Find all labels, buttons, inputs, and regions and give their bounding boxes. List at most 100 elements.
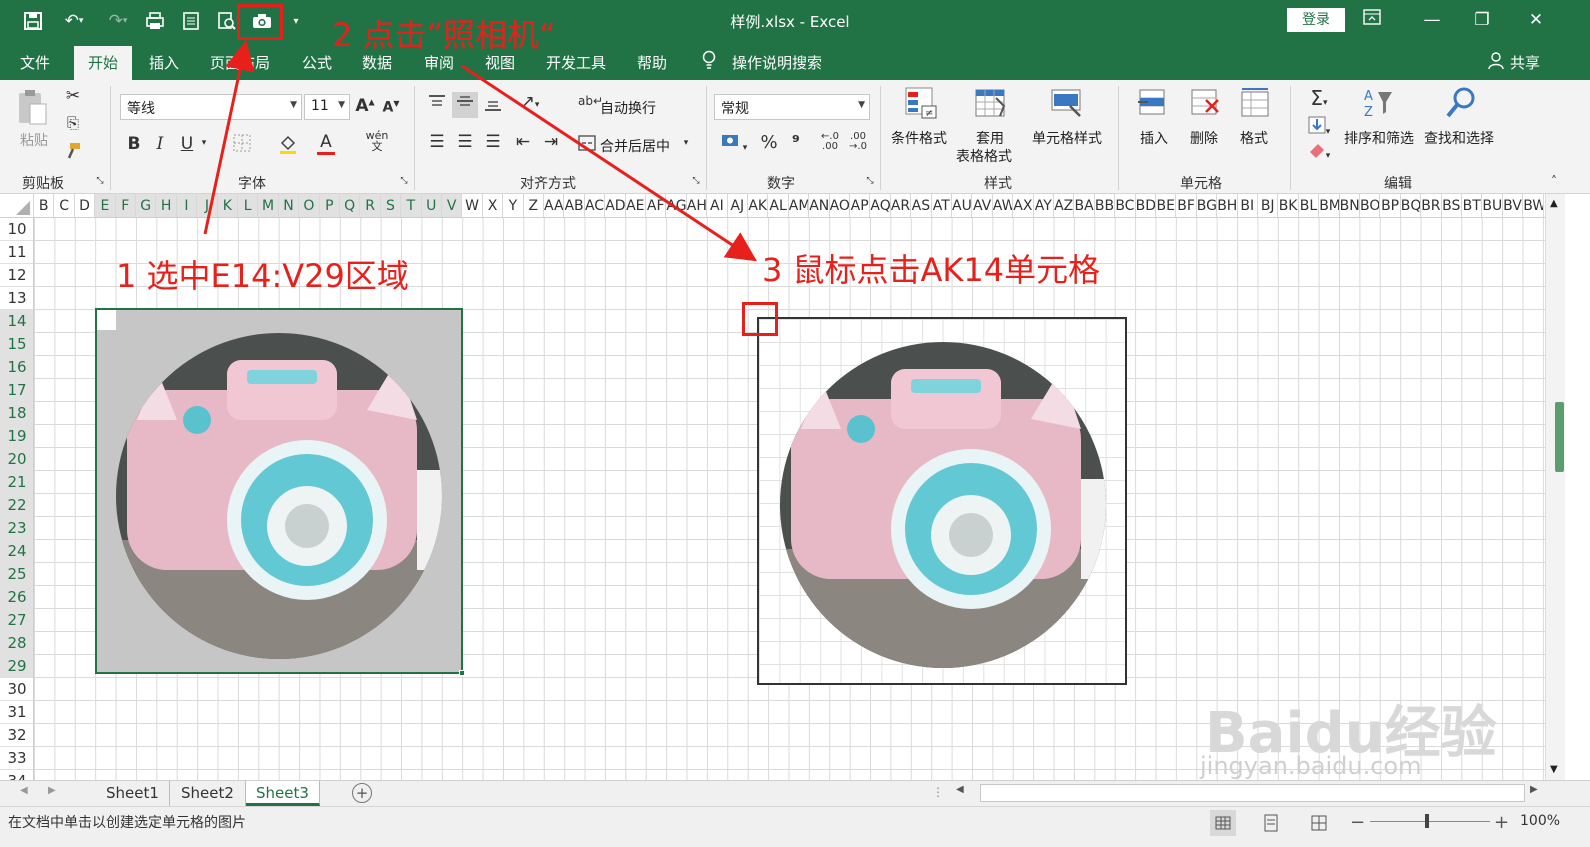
format-as-table-button[interactable]: 表格格式 [956,146,1012,166]
delete-cells-button[interactable]: 删除 [1190,128,1218,148]
column-header-bt[interactable]: BT [1462,194,1483,217]
column-header-bw[interactable]: BW [1523,194,1544,217]
tab-home[interactable]: 开始 [74,46,133,80]
column-header-bu[interactable]: BU [1482,194,1503,217]
find-select-button[interactable]: 查找和选择 [1424,128,1494,148]
align-bottom-icon[interactable] [480,94,506,117]
column-header-ac[interactable]: AC [585,194,606,217]
zoom-out-icon[interactable]: − [1350,812,1365,833]
merge-center-button[interactable]: 合并后居中 [600,136,670,156]
column-header-bj[interactable]: BJ [1258,194,1279,217]
increase-indent-icon[interactable]: ⇥ [538,132,564,152]
tab-file[interactable]: 文件 [20,52,50,73]
column-header-s[interactable]: S [380,194,402,217]
column-header-bf[interactable]: BF [1176,194,1197,217]
column-header-bg[interactable]: BG [1197,194,1218,217]
row-header-11[interactable]: 11 [0,241,33,264]
column-header-i[interactable]: I [176,194,198,217]
align-left-icon[interactable]: ☰ [424,132,450,152]
row-header-28[interactable]: 28 [0,632,33,655]
align-center-icon[interactable]: ☰ [452,132,478,152]
column-header-r[interactable]: R [360,194,381,217]
italic-button[interactable]: I [150,134,170,154]
row-header-31[interactable]: 31 [0,701,33,724]
column-header-ay[interactable]: AY [1034,194,1054,217]
merge-center-icon[interactable] [576,134,598,157]
selected-range-e14-v29[interactable] [95,308,463,674]
find-select-icon[interactable] [1444,86,1478,120]
scroll-right-icon[interactable]: ▶ [48,785,56,796]
row-header-23[interactable]: 23 [0,517,33,540]
ribbon-display-icon[interactable] [1352,6,1392,34]
column-header-j[interactable]: J [197,194,218,217]
number-format-select[interactable]: 常规 ▼ [714,94,870,120]
tell-me-search[interactable]: 操作说明搜索 [732,52,822,73]
percent-button[interactable]: % [758,132,780,153]
column-header-w[interactable]: W [462,194,483,217]
row-header-14[interactable]: 14 [0,310,33,333]
column-header-b[interactable]: B [34,194,55,217]
row-header-17[interactable]: 17 [0,379,33,402]
column-header-aa[interactable]: AA [544,194,565,217]
alignment-launcher-icon[interactable]: ⤡ [690,176,702,186]
column-header-ah[interactable]: AH [687,194,708,217]
restore-icon[interactable]: ❐ [1462,6,1502,34]
row-header-10[interactable]: 10 [0,218,33,241]
column-header-bk[interactable]: BK [1278,194,1299,217]
clipboard-launcher-icon[interactable]: ⤡ [94,176,106,186]
row-header-26[interactable]: 26 [0,586,33,609]
font-name-select[interactable]: 等线 ▼ [120,94,302,120]
column-header-au[interactable]: AU [952,194,973,217]
column-header-ag[interactable]: AG [666,194,687,217]
zoom-slider[interactable] [1370,821,1490,822]
form-icon[interactable] [178,8,204,34]
conditional-format-icon[interactable]: ≠ [904,86,938,120]
print-preview-icon[interactable] [142,8,168,34]
row-header-13[interactable]: 13 [0,287,33,310]
save-icon[interactable] [20,8,46,34]
tab-insert[interactable]: 插入 [149,52,179,73]
row-header-30[interactable]: 30 [0,678,33,701]
format-as-table-icon[interactable] [974,86,1008,120]
row-header-22[interactable]: 22 [0,494,33,517]
column-header-ab[interactable]: AB [564,194,585,217]
column-header-bl[interactable]: BL [1299,194,1320,217]
select-all-corner[interactable] [0,194,34,217]
column-header-am[interactable]: AM [789,194,810,217]
align-right-icon[interactable]: ☰ [480,132,506,152]
format-cells-button[interactable]: 格式 [1240,128,1268,148]
wrap-text-button[interactable]: 自动换行 [600,98,656,118]
paste-button[interactable]: 粘贴 [20,130,48,150]
column-header-bm[interactable]: BM [1319,194,1340,217]
column-header-h[interactable]: H [156,194,177,217]
column-header-d[interactable]: D [75,194,96,217]
cut-icon[interactable]: ✂ [62,86,84,106]
column-header-as[interactable]: AS [911,194,932,217]
chevron-down-icon[interactable]: ▾ [680,138,692,148]
vertical-scrollbar[interactable]: ▲ ▼ [1545,194,1565,780]
page-layout-view-icon[interactable] [1258,810,1284,836]
paste-icon[interactable] [16,88,50,125]
column-header-ap[interactable]: AP [850,194,871,217]
column-header-at[interactable]: AT [932,194,952,217]
clear-icon[interactable]: ▾ [1302,142,1336,163]
column-header-av[interactable]: AV [972,194,993,217]
user-icon[interactable] [1488,52,1504,74]
column-header-bq[interactable]: BQ [1401,194,1422,217]
vertical-scroll-thumb[interactable] [1555,402,1564,472]
column-header-bc[interactable]: BC [1115,194,1136,217]
collapse-ribbon-icon[interactable]: ˄ [1546,174,1562,188]
column-header-br[interactable]: BR [1421,194,1442,217]
add-sheet-icon[interactable]: + [352,783,372,803]
row-header-24[interactable]: 24 [0,540,33,563]
column-header-aw[interactable]: AW [993,194,1014,217]
delete-cells-icon[interactable] [1188,86,1222,120]
scroll-down-icon[interactable]: ▼ [1550,764,1558,775]
customize-toolbar-icon[interactable]: ▾ [288,8,304,34]
cell-styles-button[interactable]: 单元格样式 [1032,128,1102,148]
column-header-ai[interactable]: AI [707,194,728,217]
row-header-25[interactable]: 25 [0,563,33,586]
tab-help[interactable]: 帮助 [637,52,667,73]
column-header-aq[interactable]: AQ [870,194,891,217]
column-header-ae[interactable]: AE [626,194,646,217]
